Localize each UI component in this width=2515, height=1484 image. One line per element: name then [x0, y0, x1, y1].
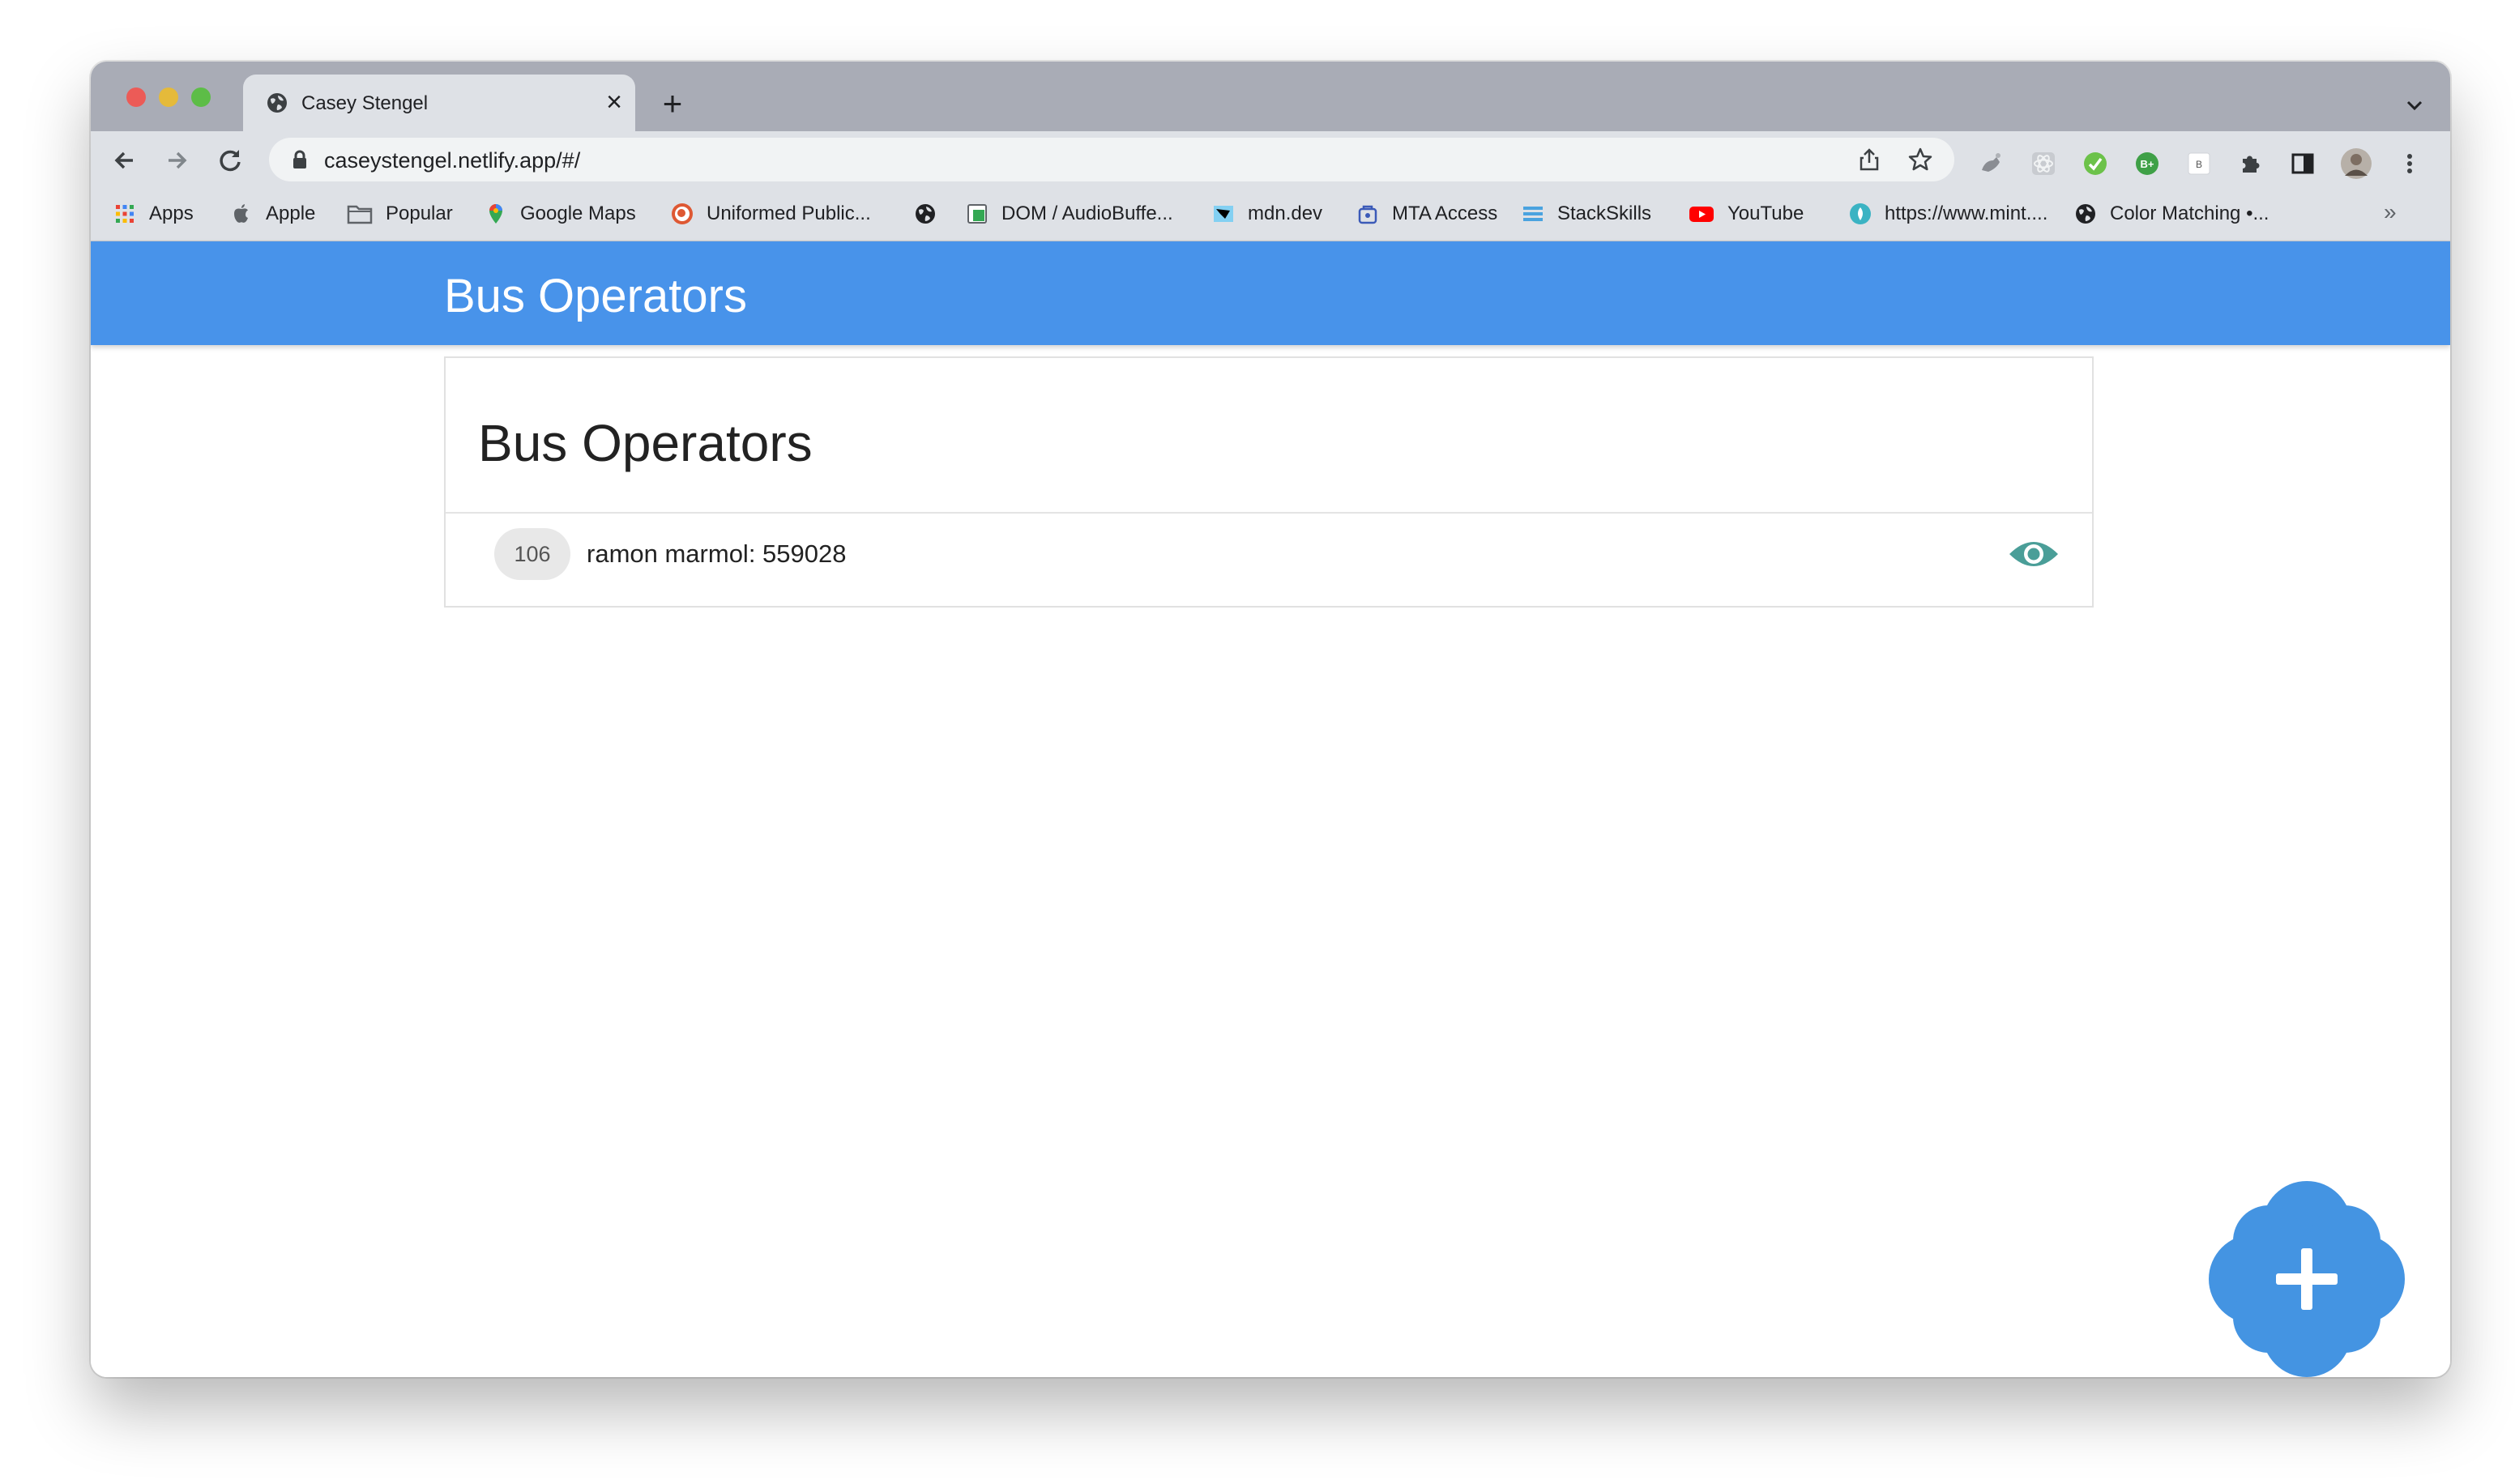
bookmark-youtube[interactable]: YouTube: [1689, 198, 1804, 230]
doc-icon: [967, 204, 987, 224]
bookmarks-overflow-button[interactable]: »: [2384, 199, 2397, 225]
bookmark-label: Popular: [386, 203, 453, 224]
back-arrow-icon[interactable]: [109, 144, 141, 177]
bookmark-mta-access[interactable]: MTA Access: [1356, 198, 1497, 230]
bookmark-color-matching[interactable]: Color Matching •...: [2074, 198, 2269, 230]
forward-arrow-icon[interactable]: [160, 144, 193, 177]
svg-text:B: B: [2196, 159, 2202, 170]
tab-close-icon[interactable]: ×: [600, 87, 629, 117]
stackskills-icon: [1523, 207, 1543, 221]
share-icon[interactable]: [1857, 147, 1881, 172]
address-bar[interactable]: caseystengel.netlify.app/#/: [269, 138, 1954, 181]
url-text[interactable]: caseystengel.netlify.app/#/: [324, 148, 580, 173]
card-title: Bus Operators: [478, 414, 813, 472]
bookmark-apps[interactable]: Apps: [113, 198, 194, 230]
eye-icon[interactable]: [2008, 535, 2060, 574]
b-plus-extension-icon[interactable]: B+: [2134, 151, 2160, 177]
extension-gray-icon[interactable]: [1979, 151, 2005, 177]
bookmark-google-maps[interactable]: Google Maps: [485, 198, 636, 230]
folder-icon: [347, 205, 373, 224]
operators-card: Bus Operators 106 ramon marmol: 559028: [444, 356, 2094, 608]
bookmark-label: https://www.mint....: [1885, 203, 2048, 224]
bookmark-mdn[interactable]: mdn.dev: [1212, 198, 1322, 230]
green-check-extension-icon[interactable]: [2082, 151, 2108, 177]
page-content: Bus Operators Bus Operators 106 ramon ma…: [91, 241, 2450, 1377]
profile-avatar-icon[interactable]: [2340, 147, 2372, 180]
bookmark-label: StackSkills: [1557, 203, 1652, 224]
zoom-window-button[interactable]: [191, 87, 211, 107]
b-square-extension-icon[interactable]: B: [2186, 151, 2212, 177]
bookmark-mint[interactable]: https://www.mint....: [1849, 198, 2047, 230]
add-operator-button[interactable]: [2209, 1181, 2405, 1377]
globe-icon: [267, 93, 287, 113]
bookmark-apple[interactable]: Apple: [230, 198, 315, 230]
minimize-window-button[interactable]: [159, 87, 178, 107]
bookmark-label: Uniformed Public...: [707, 203, 871, 224]
app-header: Bus Operators: [91, 241, 2450, 345]
mdn-icon: [1214, 206, 1233, 222]
mint-icon: [1850, 203, 1871, 224]
active-tab[interactable]: Casey Stengel ×: [243, 75, 635, 131]
bookmark-label: mdn.dev: [1248, 203, 1323, 224]
tab-title: Casey Stengel: [301, 92, 429, 114]
bookmark-star-icon[interactable]: [1907, 147, 1933, 173]
tab-strip: Casey Stengel × +: [91, 62, 2450, 131]
list-item[interactable]: 106 ramon marmol: 559028: [446, 514, 2092, 608]
maps-pin-icon: [489, 204, 502, 224]
bookmark-label: Apps: [149, 203, 194, 224]
globe-icon: [2076, 204, 2095, 224]
bookmark-label: Color Matching •...: [2110, 203, 2269, 224]
bookmark-label: YouTube: [1727, 203, 1804, 224]
lock-icon[interactable]: [292, 150, 308, 169]
close-window-button[interactable]: [126, 87, 146, 107]
react-devtools-icon[interactable]: [2030, 151, 2056, 177]
bookmark-label: Google Maps: [520, 203, 636, 224]
bookmark-stackskills[interactable]: StackSkills: [1522, 198, 1651, 230]
bookmark-popular[interactable]: Popular: [347, 198, 453, 230]
chevron-down-icon[interactable]: [2402, 92, 2427, 118]
duckduckgo-icon: [672, 203, 693, 224]
browser-toolbar: caseystengel.netlify.app/#/ B+ B: [91, 131, 2450, 188]
bookmark-label: MTA Access: [1392, 203, 1498, 224]
count-badge: 106: [494, 528, 570, 580]
side-panel-icon[interactable]: [2290, 151, 2316, 177]
youtube-icon: [1689, 207, 1714, 222]
bookmark-label: Apple: [266, 203, 316, 224]
header-title: Bus Operators: [444, 270, 747, 322]
reload-icon[interactable]: [214, 144, 246, 177]
bookmark-uniformed-public[interactable]: Uniformed Public...: [671, 198, 871, 230]
kebab-menu-icon[interactable]: [2397, 151, 2423, 177]
svg-text:B+: B+: [2141, 158, 2154, 170]
browser-window: Casey Stengel × + caseystengel.netlify.a…: [91, 62, 2450, 1377]
operator-name: ramon marmol: 559028: [587, 539, 847, 568]
bookmark-label: DOM / AudioBuffe...: [1001, 203, 1173, 224]
bookmarks-bar: Apps Apple Popular Google Maps Uniformed…: [91, 188, 2450, 241]
apps-grid-icon: [116, 205, 134, 223]
mta-icon: [1358, 205, 1377, 224]
globe-icon: [916, 204, 935, 224]
bookmark-globe[interactable]: [914, 198, 937, 230]
puzzle-extensions-icon[interactable]: [2238, 151, 2264, 177]
new-tab-button[interactable]: +: [655, 86, 690, 122]
apple-icon: [234, 204, 248, 223]
bookmark-dom-audiobuffer[interactable]: DOM / AudioBuffe...: [966, 198, 1173, 230]
